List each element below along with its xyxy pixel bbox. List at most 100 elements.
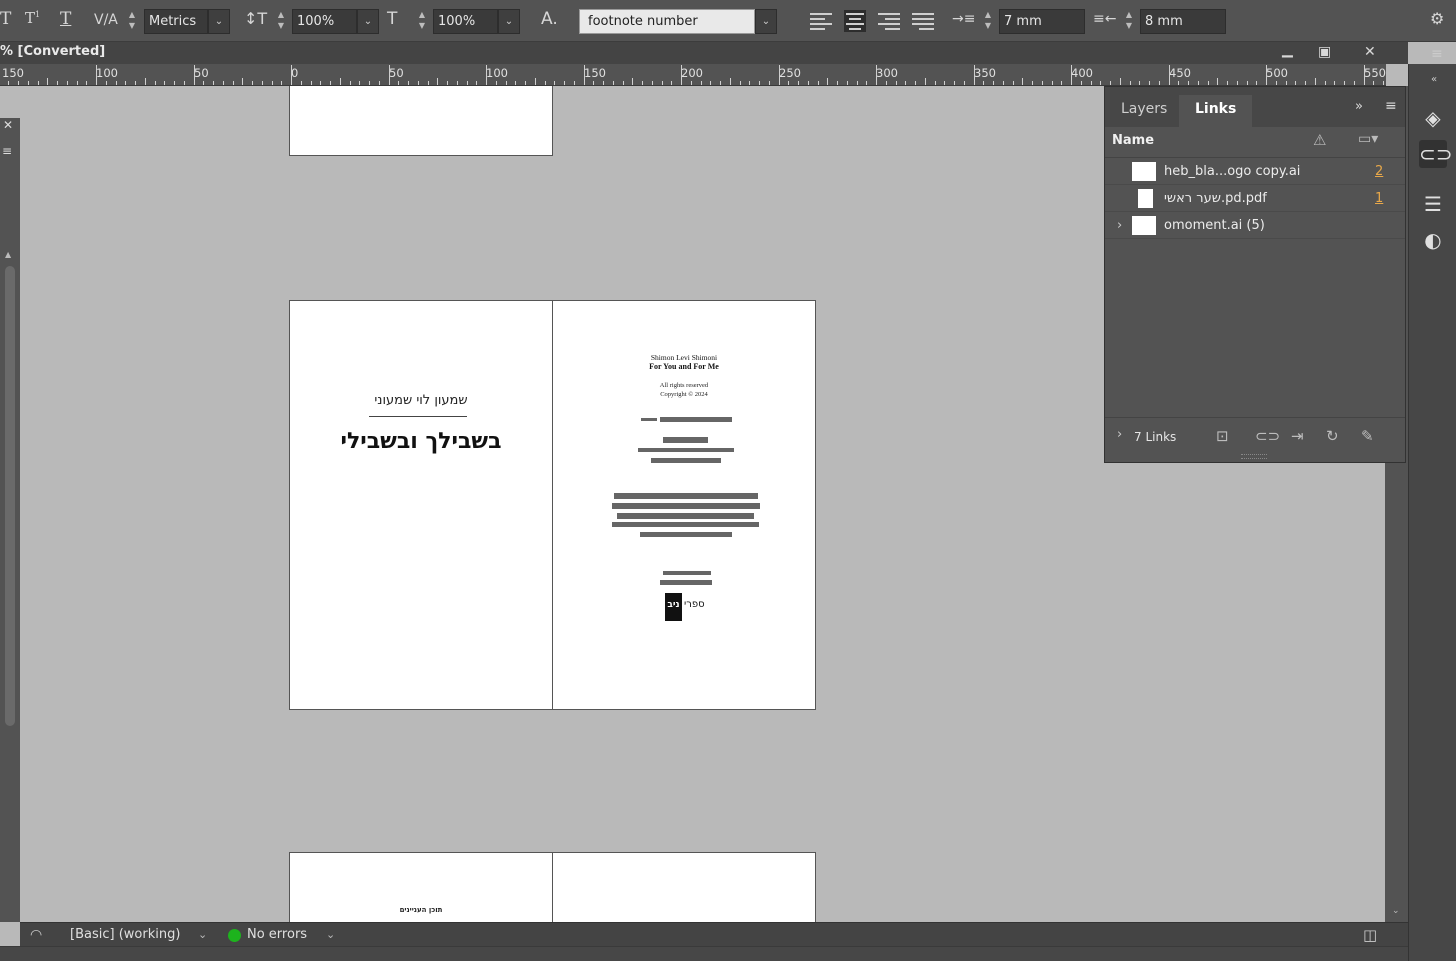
author-english[interactable]: Shimon Levi Shimoni xyxy=(553,353,815,362)
ruler-tick xyxy=(8,81,10,85)
align-left-icon[interactable] xyxy=(810,10,832,32)
stroke-icon[interactable]: ☰ xyxy=(1419,190,1447,218)
link-item[interactable]: heb_bla...ogo copy.ai 2 xyxy=(1105,158,1405,185)
superscript-icon[interactable]: T1 xyxy=(25,9,40,27)
title-english[interactable]: For You and For Me xyxy=(553,362,815,371)
chevron-right-icon[interactable]: › xyxy=(1117,212,1122,239)
right-indent-field[interactable]: 8 mm xyxy=(1140,9,1226,34)
ruler-label: 500 xyxy=(1266,66,1288,80)
edit-original-icon[interactable]: ✎ xyxy=(1361,427,1374,445)
page-partial-top[interactable] xyxy=(289,86,553,156)
ruler-tick xyxy=(125,81,127,85)
panel-menu-icon[interactable]: ≡ xyxy=(1385,98,1397,114)
settings-gear-icon[interactable]: ⚙ xyxy=(1430,9,1444,28)
align-center-icon[interactable] xyxy=(844,10,866,32)
maximize-icon[interactable]: ▣ xyxy=(1318,42,1331,62)
page-left[interactable]: שמעון לוי שמעוני בשבילך ובשבילי xyxy=(289,300,553,710)
character-style-field[interactable]: footnote number xyxy=(579,9,755,34)
ruler-tick xyxy=(729,78,731,85)
vertical-scale-field[interactable]: 100% xyxy=(292,9,357,34)
link-page[interactable]: 1 xyxy=(1375,185,1383,212)
page-bottom-right[interactable] xyxy=(552,852,816,922)
ruler-tick xyxy=(427,81,429,85)
align-right-icon[interactable] xyxy=(878,10,900,32)
rights-text[interactable]: All rights reserved xyxy=(553,382,815,389)
horizontal-scale-icon: T xyxy=(387,9,398,29)
name-column-header[interactable]: Name xyxy=(1112,133,1154,148)
layers-icon[interactable]: ◈ xyxy=(1419,104,1447,132)
ruler-tick xyxy=(1246,81,1248,85)
kerning-stepper[interactable]: ▲ ▼ xyxy=(125,9,139,34)
ruler-tick xyxy=(105,81,107,85)
book-title-hebrew[interactable]: בשבילך ובשבילי xyxy=(290,429,552,454)
links-icon[interactable]: ⊂⊃ xyxy=(1419,140,1453,168)
preflight-icon[interactable]: ◠ xyxy=(30,923,42,947)
profile-chevron-down-icon[interactable]: ⌄ xyxy=(198,923,207,947)
tab-links[interactable]: Links xyxy=(1179,95,1253,127)
vertical-scale-dropdown-chevron-icon[interactable]: ⌄ xyxy=(357,9,379,34)
left-indent-stepper[interactable]: ▲ ▼ xyxy=(981,9,995,34)
justify-icon[interactable] xyxy=(912,10,934,32)
link-item[interactable]: › omoment.ai (5) xyxy=(1105,212,1405,239)
vertical-scale-stepper[interactable]: ▲ ▼ xyxy=(274,9,288,34)
copyright-text[interactable]: Copyright © 2024 xyxy=(553,391,815,398)
go-to-link-icon[interactable]: ⇥ xyxy=(1291,427,1304,445)
page-right[interactable]: Shimon Levi Shimoni For You and For Me A… xyxy=(552,300,816,710)
ruler-tick xyxy=(876,65,877,85)
horizontal-scale-stepper[interactable]: ▲ ▼ xyxy=(415,9,429,34)
kerning-dropdown-chevron-icon[interactable]: ⌄ xyxy=(208,9,230,34)
toc-label[interactable]: תוכן העניינים xyxy=(290,906,552,914)
chevron-right-icon[interactable]: › xyxy=(1117,427,1122,442)
resize-handle[interactable] xyxy=(1241,454,1267,459)
ruler-tick xyxy=(1305,81,1306,85)
page-bottom-left[interactable]: תוכן העניינים xyxy=(289,852,553,922)
warning-icon[interactable]: ⚠ xyxy=(1313,131,1326,149)
scroll-up-icon[interactable]: ▲ xyxy=(5,250,11,259)
relink-cc-icon[interactable]: ⊡ xyxy=(1216,427,1229,445)
bottom-strip xyxy=(0,946,1408,961)
ruler-tick xyxy=(76,81,78,85)
scroll-down-icon[interactable]: ⌄ xyxy=(1392,906,1400,916)
scrollbar-thumb[interactable] xyxy=(5,266,15,726)
close-icon[interactable]: ✕ xyxy=(1364,42,1376,62)
ruler-tick xyxy=(193,65,195,85)
page-column-icon[interactable]: ▭▾ xyxy=(1358,131,1378,147)
tab-layers[interactable]: Layers xyxy=(1105,95,1183,127)
ruler-tick xyxy=(388,65,390,85)
minimize-icon[interactable]: ▁ xyxy=(1282,40,1293,60)
ruler-tick xyxy=(66,81,68,85)
ruler-tick xyxy=(1324,81,1326,85)
ruler-tick xyxy=(261,81,263,85)
panel-menu-icon[interactable]: ≡ xyxy=(1431,46,1443,62)
error-count[interactable]: No errors xyxy=(247,923,307,947)
link-item[interactable]: שער ראשי.pd.pdf 1 xyxy=(1105,185,1405,212)
menu-icon[interactable]: ≡ xyxy=(2,144,12,158)
underline-icon[interactable]: T xyxy=(60,9,71,29)
preflight-profile[interactable]: [Basic] (working) xyxy=(70,923,180,947)
author-hebrew[interactable]: שמעון לוי שמעוני xyxy=(290,393,552,408)
swatches-icon[interactable]: ◐ xyxy=(1419,226,1447,254)
horizontal-scale-field[interactable]: 100% xyxy=(433,9,498,34)
all-caps-icon[interactable]: T xyxy=(0,9,11,29)
left-indent-field[interactable]: 7 mm xyxy=(999,9,1085,34)
link-page[interactable]: 2 xyxy=(1375,158,1383,185)
errors-chevron-down-icon[interactable]: ⌄ xyxy=(326,923,335,947)
update-link-icon[interactable]: ↻ xyxy=(1326,427,1339,445)
scroll-up-icon[interactable]: ⌃ xyxy=(1392,66,1400,76)
close-icon[interactable]: ✕ xyxy=(3,118,13,132)
split-view-icon[interactable]: ◫ xyxy=(1363,923,1377,947)
right-indent-stepper[interactable]: ▲ ▼ xyxy=(1122,9,1136,34)
ruler-tick xyxy=(1139,81,1141,85)
greeked-line xyxy=(651,458,721,463)
ruler-tick xyxy=(885,81,887,85)
horizontal-ruler[interactable]: 150 100 50 0 50 100 150 200 250 300 350 … xyxy=(0,64,1386,86)
character-style-dropdown-chevron-icon[interactable]: ⌄ xyxy=(755,9,777,34)
ruler-tick xyxy=(700,81,702,85)
collapse-dock-icon[interactable]: « xyxy=(1431,74,1437,85)
expand-panel-icon[interactable]: » xyxy=(1355,99,1363,114)
relink-icon[interactable]: ⊂⊃ xyxy=(1255,427,1280,445)
horizontal-scale-dropdown-chevron-icon[interactable]: ⌄ xyxy=(498,9,520,34)
document-title[interactable]: % [Converted] xyxy=(0,44,105,59)
ruler-label: 50 xyxy=(194,66,209,80)
kerning-field[interactable]: Metrics xyxy=(144,9,208,34)
